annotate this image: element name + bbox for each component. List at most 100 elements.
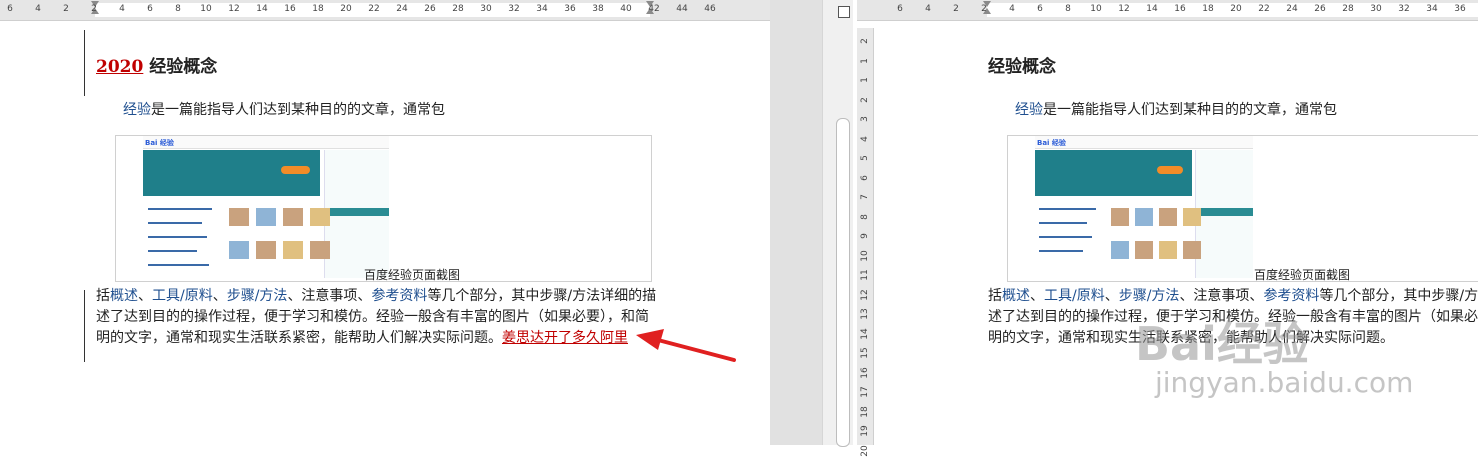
- link-gaishu[interactable]: 概述: [110, 288, 138, 304]
- intro-link[interactable]: 经验: [123, 102, 151, 118]
- vertical-ruler-label: 8: [860, 213, 870, 220]
- vertical-ruler[interactable]: 2 1 1 2 3 4 5 6 7 8 9 10 11 12 13 14 15 16 17 18 19 20: [857, 28, 874, 456]
- horizontal-ruler-right[interactable]: 6422468101214161820222426283032343638404…: [857, 0, 1478, 21]
- body-text: 括: [96, 288, 110, 304]
- ruler-tick-label: 24: [396, 4, 408, 14]
- figure-caption: 百度经验页面截图: [1254, 268, 1351, 282]
- body-paragraph-line-1: 括概述、工具/原料、步骤/方法、注意事项、参考资料等几个部分，其中步骤/方法详细…: [96, 286, 656, 307]
- ruler-tick-label: 38: [592, 4, 604, 14]
- baidu-watermark-url: jingyan.baidu.com: [1155, 366, 1414, 399]
- intro-text: 是一篇能指导人们达到某种目的的文章，通常包: [151, 102, 445, 118]
- link-buzhou[interactable]: 步骤/方法: [227, 288, 288, 304]
- ruler-tick-label: 20: [340, 4, 352, 14]
- vertical-ruler-label: 13: [860, 308, 870, 320]
- revision-bar: [84, 290, 85, 362]
- image-text-line: [1039, 236, 1092, 238]
- right-document-pane: 6422468101214161820222426283032343638404…: [857, 0, 1478, 445]
- ruler-tick-label: 6: [147, 4, 153, 14]
- inserted-revision-link[interactable]: 姜思达开了多久阿里: [502, 330, 628, 346]
- ruler-tick-label: 4: [35, 4, 41, 14]
- page-heading: 经验概念: [988, 57, 1056, 77]
- image-text-line: [147, 236, 207, 238]
- image-thumbnail: [283, 241, 303, 259]
- link-cankao[interactable]: 参考资料: [1263, 288, 1319, 304]
- image-thumbnail: [229, 241, 249, 259]
- baidu-page-image: Bai 经验: [1035, 136, 1253, 278]
- body-text: 明的文字，通常和现实生活联系紧密，能帮助人们解决实际问题。: [96, 330, 502, 346]
- ruler-tick-label: 32: [508, 4, 520, 14]
- body-text: 括: [988, 288, 1002, 304]
- vertical-ruler-label: 15: [860, 347, 870, 359]
- image-text-line: [1039, 250, 1083, 252]
- vertical-ruler-label: 19: [860, 425, 870, 437]
- body-paragraph-line-1: 括概述、工具/原料、步骤/方法、注意事项、参考资料等几个部分，其中步骤/方法详细…: [988, 286, 1478, 307]
- ruler-tick-label: 10: [1090, 4, 1102, 14]
- vertical-ruler-label: 6: [860, 174, 870, 181]
- image-text-line: [147, 264, 210, 266]
- ruler-tick-label: 6: [1037, 4, 1043, 14]
- page-gutter: [770, 0, 822, 445]
- ruler-tick-label: 14: [256, 4, 268, 14]
- left-document-pane: 6 4 2 2 4 6 8 10 12 14 16 18 20 22 24 26 28 30 32 34 36 38 40 4…: [0, 0, 770, 445]
- ruler-tick-label: 8: [1065, 4, 1071, 14]
- body-text: 、: [138, 288, 152, 304]
- ruler-tick-label: 26: [1314, 4, 1326, 14]
- embedded-screenshot-figure[interactable]: Bai 经验 百度经验页面截图: [1007, 135, 1478, 282]
- ruler-tick-label: 14: [1146, 4, 1158, 14]
- ruler-tick-label: 10: [200, 4, 212, 14]
- ruler-tick-label: 42: [648, 4, 660, 14]
- ruler-tick-label: 30: [1370, 4, 1382, 14]
- ruler-tick-label: 2: [91, 4, 97, 14]
- image-thumbnail: [1111, 208, 1129, 226]
- vertical-ruler-label: 1: [860, 57, 870, 64]
- intro-text: 是一篇能指导人们达到某种目的的文章，通常包: [1043, 102, 1337, 118]
- vertical-ruler-label: 4: [860, 135, 870, 142]
- baidu-logo-icon: Bai 经验: [145, 139, 174, 147]
- image-thumbnail: [1159, 241, 1177, 259]
- image-text-line: [147, 208, 212, 210]
- horizontal-ruler-left[interactable]: 6 4 2 2 4 6 8 10 12 14 16 18 20 22 24 26 28 30 32 34 36 38 40 4…: [0, 0, 770, 21]
- intro-paragraph: 经验是一篇能指导人们达到某种目的的文章，通常包: [123, 100, 445, 121]
- link-cankao[interactable]: 参考资料: [371, 288, 427, 304]
- intro-link[interactable]: 经验: [1015, 102, 1043, 118]
- link-buzhou[interactable]: 步骤/方法: [1119, 288, 1180, 304]
- split-view-icon[interactable]: [838, 6, 850, 18]
- image-banner-button: [280, 166, 311, 174]
- ruler-tick-label: 40: [620, 4, 632, 14]
- baidu-watermark-logo: Bai经验: [1135, 317, 1309, 371]
- ruler-tick-label: 4: [1009, 4, 1015, 14]
- ruler-tick-label: 8: [175, 4, 181, 14]
- ruler-tick-label: 4: [119, 4, 125, 14]
- image-sidebar-strip: [1196, 208, 1253, 216]
- ruler-tick-label: 20: [1230, 4, 1242, 14]
- ruler-tick-label: 6: [7, 4, 13, 14]
- ruler-tick-label: 28: [452, 4, 464, 14]
- image-thumbnail: [1111, 241, 1129, 259]
- ruler-tick-label: 12: [228, 4, 240, 14]
- page-heading: 2020 经验概念: [96, 52, 217, 77]
- link-gongju[interactable]: 工具/原料: [1044, 288, 1105, 304]
- ruler-tick-label: 16: [1174, 4, 1186, 14]
- image-text-line: [147, 250, 198, 252]
- ruler-tick-label: 4: [925, 4, 931, 14]
- vertical-ruler-label: 10: [860, 249, 870, 262]
- image-sidebar-strip: [325, 208, 389, 216]
- image-thumbnail: [283, 208, 303, 226]
- ruler-tick-label: 34: [1426, 4, 1438, 14]
- body-text: 、: [212, 288, 227, 304]
- vertical-ruler-label: 14: [860, 327, 870, 340]
- embedded-screenshot-figure[interactable]: Bai 经验 百度经验页面截图: [115, 135, 652, 282]
- ruler-tick-label: 2: [63, 4, 69, 14]
- image-thumbnail: [256, 208, 276, 226]
- image-text-line: [1039, 208, 1097, 210]
- ruler-tick-label: 46: [704, 4, 716, 14]
- ruler-tick-label: 2: [953, 4, 959, 14]
- scrollbar-thumb[interactable]: [836, 118, 850, 447]
- ruler-tick-label: 16: [284, 4, 296, 14]
- ruler-tick-label: 26: [424, 4, 436, 14]
- image-text-line: [1039, 222, 1088, 224]
- ruler-tick-label: 12: [1118, 4, 1130, 14]
- link-gongju[interactable]: 工具/原料: [152, 288, 213, 304]
- image-thumbnail: [229, 208, 249, 226]
- link-gaishu[interactable]: 概述: [1002, 288, 1030, 304]
